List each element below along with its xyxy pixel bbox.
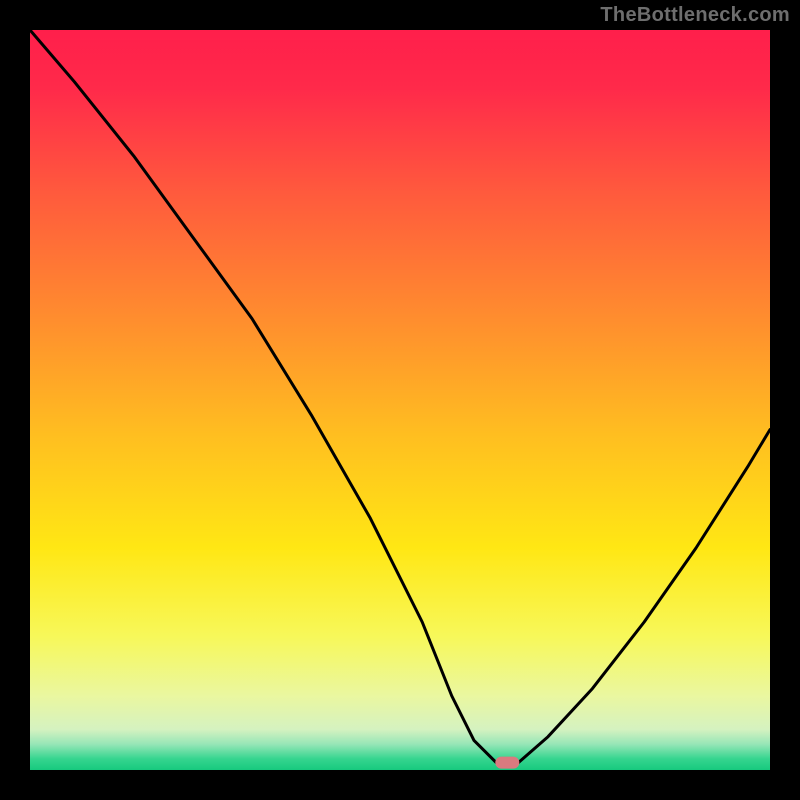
gradient-background <box>30 30 770 770</box>
optimal-marker <box>495 757 519 769</box>
chart-frame: TheBottleneck.com <box>0 0 800 800</box>
bottleneck-chart <box>0 0 800 800</box>
watermark-text: TheBottleneck.com <box>600 4 790 27</box>
